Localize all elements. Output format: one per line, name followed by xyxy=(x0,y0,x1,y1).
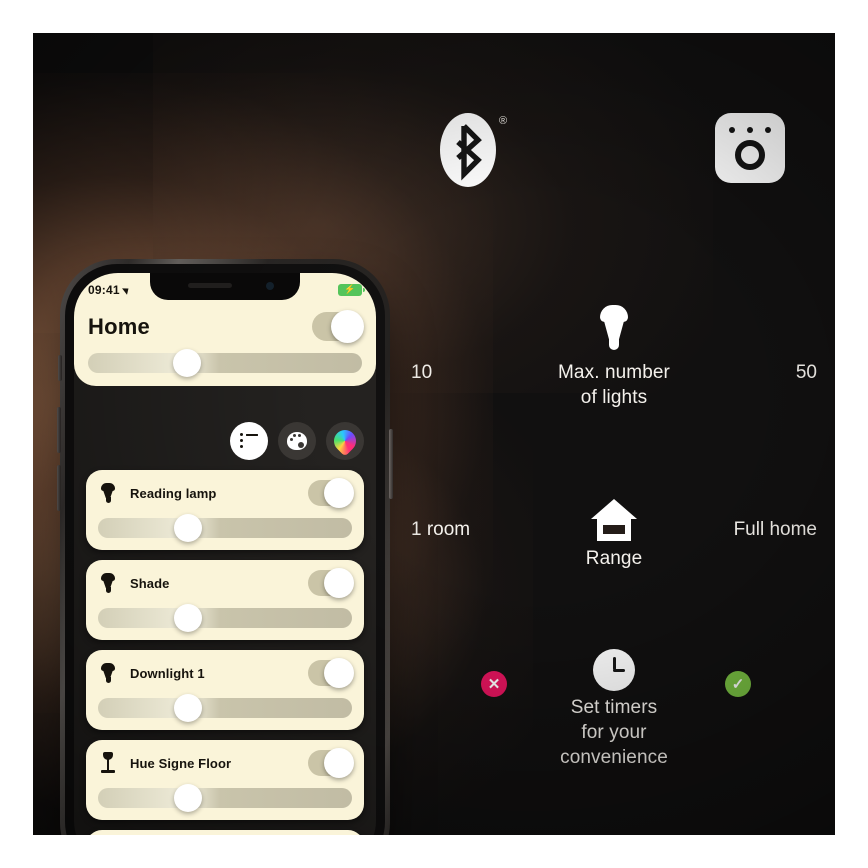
scenes-button[interactable] xyxy=(278,422,316,460)
bulb-icon xyxy=(600,305,628,351)
clock-icon xyxy=(593,649,635,691)
phone-screen: 09:41 ⚡ Home Reading lamp Shade Downligh… xyxy=(74,273,376,835)
bridge-dots-icon xyxy=(715,127,785,133)
light-card-header: Downlight 1 xyxy=(98,658,354,688)
bluetooth-logo: ® xyxy=(440,113,507,187)
location-arrow-icon xyxy=(121,284,131,295)
phone-volume-down-button[interactable] xyxy=(57,465,61,511)
phone-notch xyxy=(150,273,300,300)
feature-label-line-2: of lights xyxy=(580,387,648,408)
light-name: Hue Signe Floor xyxy=(130,755,232,771)
home-brightness-slider[interactable] xyxy=(88,349,362,377)
spot-bulb-icon xyxy=(98,481,118,505)
registered-trademark-symbol: ® xyxy=(499,115,508,127)
list-item[interactable]: Reading lamp xyxy=(86,470,364,550)
phone-volume-up-button[interactable] xyxy=(57,407,61,453)
light-list: Reading lamp Shade Downlight 1 Hue Signe… xyxy=(74,470,376,835)
bluetooth-rune-icon xyxy=(456,124,482,181)
feature-label-line-2: for your xyxy=(581,722,647,743)
slider-knob[interactable] xyxy=(174,694,203,722)
home-power-toggle[interactable] xyxy=(312,310,364,343)
logo-row: ® xyxy=(393,111,835,201)
light-brightness-slider[interactable] xyxy=(98,784,352,812)
palette-icon xyxy=(287,432,307,450)
hue-bridge-logo xyxy=(715,113,785,183)
spot-bulb-icon xyxy=(98,571,118,595)
light-power-toggle[interactable] xyxy=(308,748,354,778)
earpiece-speaker xyxy=(188,283,232,288)
feature-range-left-value: 1 room xyxy=(411,519,471,540)
light-card-header: Reading lamp xyxy=(98,478,354,508)
toggle-knob xyxy=(324,568,354,598)
color-picker-button[interactable] xyxy=(326,422,364,460)
feature-label-line-1: Max. number xyxy=(558,362,670,383)
light-brightness-slider[interactable] xyxy=(98,514,352,542)
spot-bulb-icon xyxy=(98,661,118,685)
phone-bezel: 09:41 ⚡ Home Reading lamp Shade Downligh… xyxy=(65,264,385,835)
status-bar-left: 09:41 xyxy=(88,282,131,297)
feature-timers-unsupported-badge: ✕ xyxy=(481,671,507,697)
feature-range-right-value: Full home xyxy=(733,519,817,540)
light-name: Reading lamp xyxy=(130,485,217,501)
house-icon xyxy=(591,499,637,541)
light-name: Shade xyxy=(130,575,170,591)
phone-silent-switch[interactable] xyxy=(58,355,62,381)
slider-knob[interactable] xyxy=(174,604,203,632)
toggle-knob xyxy=(331,310,364,343)
feature-max-lights-label: Max. number of lights xyxy=(499,360,729,410)
light-power-toggle[interactable] xyxy=(308,478,354,508)
front-camera-icon xyxy=(266,282,274,290)
feature-label-line-3: convenience xyxy=(560,747,668,768)
slider-knob[interactable] xyxy=(174,514,203,542)
light-brightness-slider[interactable] xyxy=(98,604,352,632)
light-power-toggle[interactable] xyxy=(308,568,354,598)
light-power-toggle[interactable] xyxy=(308,658,354,688)
toggle-knob xyxy=(324,748,354,778)
toggle-knob xyxy=(324,658,354,688)
phone-mockup: 09:41 ⚡ Home Reading lamp Shade Downligh… xyxy=(57,259,393,835)
mode-button-row xyxy=(230,422,364,460)
comparison-panel: ® 10 Max. number of lights 50 1 room Ran… xyxy=(393,33,835,835)
light-card-header: Hue Signe Floor xyxy=(98,748,354,778)
feature-max-lights-right-value: 50 xyxy=(795,362,817,383)
light-name: Downlight 1 xyxy=(130,665,205,681)
slider-knob[interactable] xyxy=(172,349,201,377)
battery-bolt-glyph: ⚡ xyxy=(344,284,356,294)
page-title: Home xyxy=(88,313,150,339)
status-time: 09:41 xyxy=(88,282,120,297)
home-header-row: Home xyxy=(88,310,364,343)
phone-power-button[interactable] xyxy=(389,429,393,499)
feature-max-lights-left-value: 10 xyxy=(411,362,433,383)
feature-timers-supported-badge: ✓ xyxy=(725,671,751,697)
feature-label-line-1: Set timers xyxy=(570,697,658,718)
light-brightness-slider[interactable] xyxy=(98,694,352,722)
list-item[interactable]: Shade xyxy=(86,560,364,640)
scene-stage: ® 10 Max. number of lights 50 1 room Ran… xyxy=(33,33,835,835)
list-item[interactable]: Hue Signe Floor xyxy=(86,740,364,820)
battery-charging-icon: ⚡ xyxy=(338,283,365,296)
floor-lamp-icon xyxy=(98,751,118,775)
list-icon xyxy=(240,433,258,448)
bridge-ring-icon xyxy=(735,140,765,170)
color-drop-icon xyxy=(329,425,361,457)
list-item[interactable]: Downlight 1 xyxy=(86,650,364,730)
light-card-header: Shade xyxy=(98,568,354,598)
list-view-button[interactable] xyxy=(230,422,268,460)
toggle-knob xyxy=(324,478,354,508)
feature-timers-label: Set timers for your convenience xyxy=(499,695,729,770)
slider-knob[interactable] xyxy=(174,784,203,812)
feature-range-label: Range xyxy=(585,548,643,569)
list-item[interactable]: Hue Flourish xyxy=(86,830,364,835)
